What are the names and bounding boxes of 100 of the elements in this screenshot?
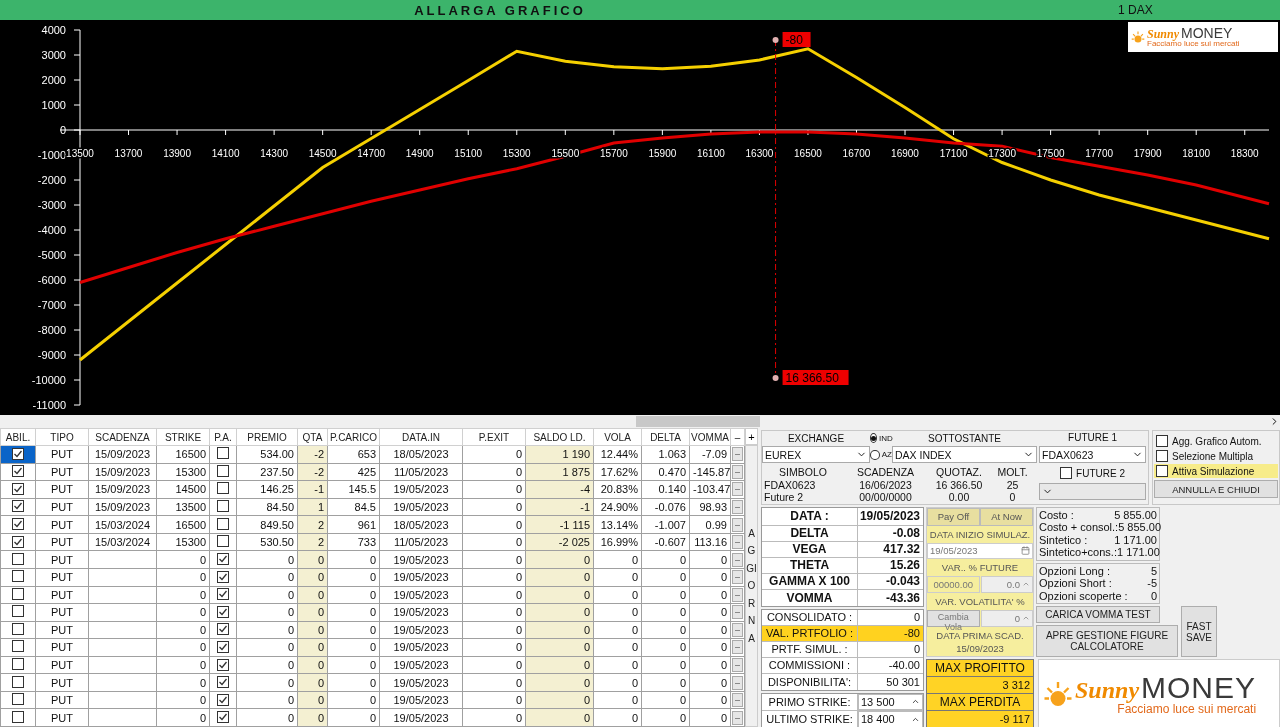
checkbox[interactable] [12, 518, 24, 531]
check-icon [13, 448, 23, 459]
checkbox[interactable] [12, 500, 24, 513]
future-select[interactable]: FDAX0623 [1039, 446, 1146, 463]
checkbox[interactable] [217, 588, 229, 601]
remove-row-button[interactable]: – [732, 535, 743, 550]
checkbox[interactable] [12, 570, 24, 583]
remove-row-button[interactable]: – [732, 499, 743, 514]
checkbox[interactable] [217, 447, 229, 460]
logo-tagline: Facciamo luce sui mercati [1117, 702, 1257, 715]
greek-label: GAMMA X 100 [762, 573, 858, 589]
checkbox[interactable] [12, 465, 24, 478]
checkbox[interactable] [1060, 467, 1073, 479]
checkbox[interactable] [217, 535, 229, 548]
remove-row-button[interactable]: – [732, 517, 743, 532]
check-icon [218, 554, 228, 565]
mode-tab[interactable]: At Now [980, 507, 1033, 526]
cancel-close-button[interactable]: ANNULLA E CHIUDI [1154, 480, 1278, 498]
checkbox[interactable] [12, 658, 24, 671]
exchange-select[interactable]: EUREX [762, 446, 870, 463]
checkbox[interactable] [12, 693, 24, 706]
x-tick-label: 16100 [697, 148, 725, 159]
remove-row-button[interactable]: – [732, 464, 743, 479]
checkbox[interactable] [12, 587, 24, 600]
checkbox[interactable] [1156, 465, 1168, 477]
remove-row-button[interactable]: – [732, 675, 743, 690]
remove-row-button[interactable]: – [732, 640, 743, 655]
date-field[interactable]: 19/05/2023 [927, 542, 1033, 559]
checkbox[interactable] [1156, 450, 1168, 462]
marker-label: 16 366.50 [782, 370, 849, 385]
checkbox[interactable] [217, 658, 229, 671]
cost-label: Costo + consol.: [1039, 521, 1119, 534]
checkbox[interactable] [12, 535, 24, 548]
option-checkbox[interactable]: Agg. Grafico Autom. [1154, 434, 1278, 448]
scrollbar-thumb[interactable] [636, 416, 760, 427]
remove-row-button[interactable]: – [732, 605, 743, 620]
greek-label: DATA : [762, 507, 858, 525]
step-spinner[interactable]: 0 [980, 609, 1033, 627]
remove-row-button[interactable]: – [732, 570, 743, 585]
count-value: 5 [1150, 564, 1157, 577]
checkbox[interactable] [12, 482, 24, 495]
figures-button[interactable]: APRE GESTIONE FIGURE CALCOLATORE [1036, 625, 1178, 657]
remove-row-button[interactable]: – [732, 710, 743, 725]
cost-label: Sintetico : [1039, 533, 1088, 546]
strike-spinner[interactable]: 13 500 [858, 693, 923, 710]
vomma-test-button[interactable]: CARICA VOMMA TEST [1036, 606, 1160, 623]
checkbox[interactable] [217, 553, 229, 566]
x-tick-label: 17100 [939, 148, 968, 159]
checkbox[interactable] [12, 552, 24, 565]
remove-row-button[interactable]: – [732, 587, 743, 602]
portfolio-label: DISPONIBILITA': [762, 673, 858, 690]
x-tick-label: 17500 [1036, 148, 1065, 159]
checkbox[interactable] [12, 675, 24, 688]
remove-row-button[interactable]: – [732, 658, 743, 673]
remove-row-button[interactable]: – [732, 693, 743, 708]
add-row-button[interactable]: + [745, 428, 758, 445]
radio-option[interactable]: IND [870, 433, 892, 443]
checkbox[interactable] [12, 710, 24, 723]
checkbox[interactable] [217, 711, 229, 724]
checkbox[interactable] [1156, 435, 1168, 447]
greek-value: -43.36 [884, 590, 921, 605]
checkbox[interactable] [12, 622, 24, 635]
underlying-select[interactable]: DAX INDEX [892, 446, 1037, 463]
remove-row-button[interactable]: – [732, 482, 743, 497]
checkbox[interactable] [217, 693, 229, 706]
check-icon [13, 519, 23, 530]
enlarge-chart-button[interactable]: ALLARGA GRAFICO [0, 0, 1000, 20]
fast-save-button[interactable]: FAST SAVE [1181, 606, 1217, 657]
checkbox[interactable] [12, 605, 24, 618]
logo-name: MONEY [1181, 26, 1233, 40]
step-spinner[interactable]: 0.0 [980, 575, 1033, 593]
cost-value: 1 171.00 [1114, 533, 1157, 546]
checkbox[interactable] [217, 482, 229, 495]
input-field[interactable]: 00000.00 [927, 575, 980, 593]
option-checkbox[interactable]: Attiva Simulazione [1154, 464, 1278, 478]
checkbox[interactable] [12, 447, 24, 460]
checkbox[interactable] [217, 499, 229, 512]
portfolio-value: 0 [912, 611, 921, 623]
future-2-checkbox[interactable]: FUTURE 2 [1039, 466, 1146, 480]
option-checkbox[interactable]: Selezione Multipla [1154, 449, 1278, 463]
remove-row-button[interactable]: – [732, 552, 743, 567]
checkbox[interactable] [217, 570, 229, 583]
greek-label: DELTA [762, 525, 858, 541]
remove-row-button[interactable]: – [732, 622, 743, 637]
x-tick-label: 14500 [308, 148, 337, 159]
checkbox[interactable] [217, 464, 229, 477]
checkbox[interactable] [217, 517, 229, 530]
logo-brand: Sunny [1147, 28, 1180, 40]
checkbox[interactable] [217, 676, 229, 689]
remove-row-button[interactable]: – [732, 447, 743, 462]
refresh-button[interactable]: AGGIORNA [745, 445, 758, 727]
checkbox[interactable] [217, 640, 229, 653]
sun-icon [1131, 30, 1145, 44]
mode-tab[interactable]: Pay Off [927, 507, 980, 526]
field-label: SOTTOSTANTE [927, 432, 1002, 444]
checkbox[interactable] [217, 623, 229, 636]
checkbox[interactable] [12, 640, 24, 653]
checkbox[interactable] [217, 605, 229, 618]
radio-option[interactable]: AZ [870, 449, 892, 460]
greek-value: -0.043 [884, 574, 921, 588]
